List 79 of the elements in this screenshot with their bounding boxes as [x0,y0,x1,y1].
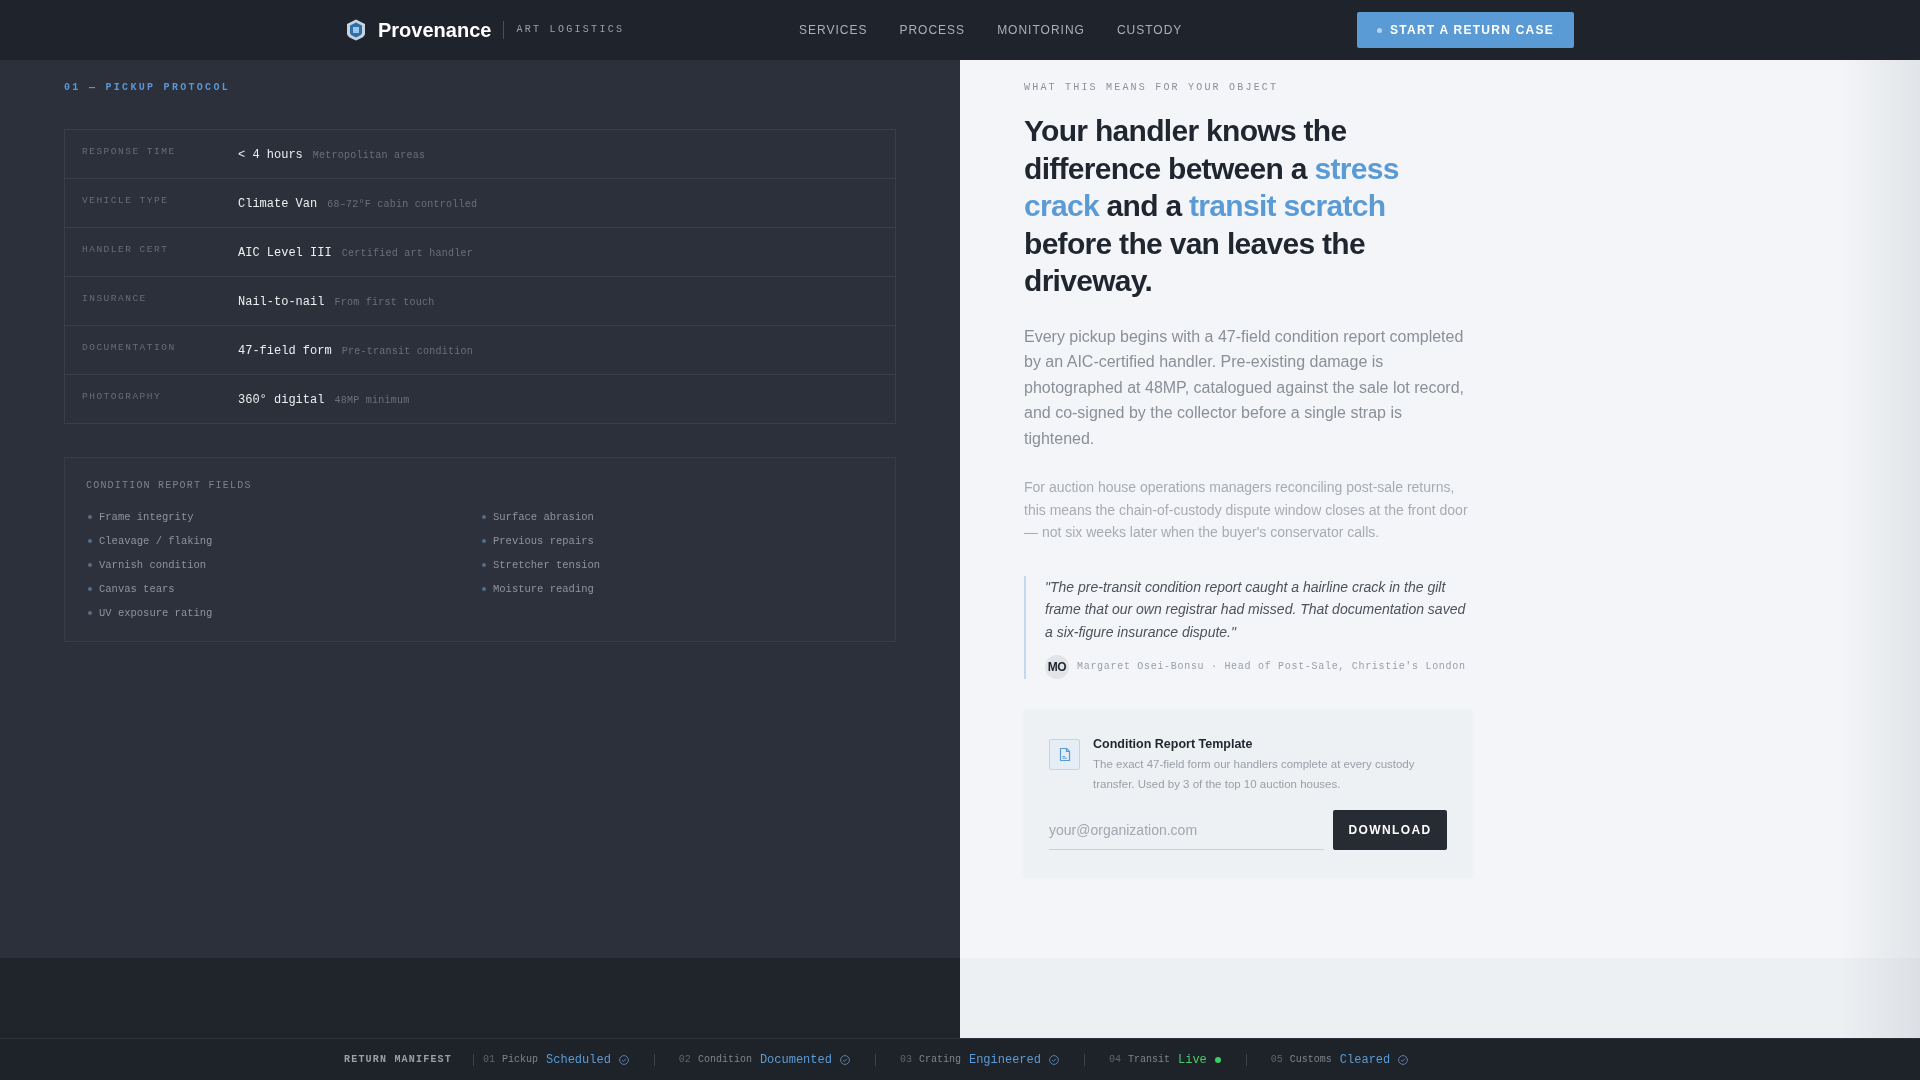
step-status: Cleared [1339,1052,1391,1067]
spec-note: 48MP minimum [334,394,410,408]
headline: Your handler knows the difference between a stress crack and a transit scratch before the van leaves the driveway. [1024,113,1400,299]
step-label: Pickup [502,1053,539,1066]
bullet-icon [88,563,92,567]
step-status: Live [1178,1052,1207,1067]
eyebrow-label: WHAT THIS MEANS FOR YOUR OBJECT [1024,82,1279,94]
spec-note: From first touch [334,296,435,310]
field-name: Stretcher tension [493,558,601,572]
spec-label: PHOTOGRAPHY [82,391,162,403]
shield-logo-icon [346,19,366,41]
manifest-title: RETURN MANIFEST [344,1053,452,1066]
step-label: Customs [1289,1053,1332,1066]
document-icon [1049,739,1080,771]
step-status: Engineered [968,1052,1041,1067]
check-circle-icon [1048,1054,1059,1065]
spec-note: Pre-transit condition [341,345,473,359]
step-number: 02 [678,1053,691,1066]
step-status: Documented [759,1052,832,1067]
field-name: Cleavage / flaking [99,534,213,548]
initials-avatar: MO [1045,655,1069,680]
spec-note: 68–72°F cabin controlled [327,198,478,212]
spec-note: Certified art handler [341,247,473,261]
spec-value: Nail-to-nail [238,294,325,310]
live-dot-icon [1214,1056,1221,1063]
dot-icon [1377,27,1382,33]
card-title: Condition Report Template [1093,736,1253,753]
bullet-icon [482,515,486,519]
step-label: Condition [697,1053,752,1066]
spec-value: AIC Level III [238,245,332,261]
nav-link[interactable]: PROCESS [899,22,966,38]
spec-value: Climate Van [238,196,318,212]
download-button[interactable]: DOWNLOAD [1333,810,1447,851]
nav-link[interactable]: CUSTODY [1116,22,1183,38]
bullet-icon [88,539,92,543]
aside-paragraph: For auction house operations managers reconciling post-sale returns, this means the chain-of-custody dispute window closes at the front door — not six weeks later when the buyer's conservator calls. [1024,478,1469,543]
field-name: Canvas tears [99,582,175,596]
spec-label: INSURANCE [82,293,147,305]
field-name: UV exposure rating [99,606,213,620]
spec-value: 47-field form [238,343,332,359]
field-name: Frame integrity [99,510,194,524]
card-description: The exact 47-field form our handlers complete at every custody transfer. Used by 3 of the top 10 auction houses. [1093,757,1416,793]
spec-value: 360° digital [238,392,325,408]
spec-value: < 4 hours [238,147,303,163]
bullet-icon [482,563,486,567]
field-name: Moisture reading [493,582,594,596]
bullet-icon [88,515,92,519]
brand-tagline: ART LOGISTICS [516,24,625,36]
step-number: 05 [1270,1053,1283,1066]
spec-label: VEHICLE TYPE [82,195,169,207]
field-name: Previous repairs [493,534,594,548]
check-circle-icon [1398,1054,1409,1065]
panel-title: CONDITION REPORT FIELDS [86,480,252,492]
testimonial-quote: "The pre-transit condition report caught a hairline crack in the gilt frame that our own registrar had missed. That documentation saved a six-figure insurance dispute." [1045,577,1467,642]
step-status: Scheduled [546,1052,611,1067]
field-name: Surface abrasion [493,510,594,524]
bullet-icon [88,611,92,615]
bullet-icon [482,539,486,543]
quote-attribution: Margaret Osei-Bonsu · Head of Post-Sale, Christie's London [1077,661,1466,674]
body-paragraph: Every pickup begins with a 47-field condition report completed by an AIC-certified handler. Pre-existing damage is photographed at 48MP, catalogued against the sale lot record, and co-signed by the collector before a single strap is tightened. [1024,326,1465,449]
step-label: Transit [1127,1053,1170,1066]
spec-label: HANDLER CERT [82,244,169,256]
step-number: 01 [483,1053,496,1066]
spec-label: DOCUMENTATION [82,342,176,354]
bullet-icon [88,587,92,591]
brand-name: Provenance [378,18,492,42]
spec-note: Metropolitan areas [312,149,426,163]
email-field[interactable]: your@organization.com [1049,810,1324,851]
step-label: Crating [918,1053,961,1066]
check-circle-icon [618,1054,629,1065]
step-number: 03 [899,1053,912,1066]
check-circle-icon [839,1054,850,1065]
bullet-icon [482,587,486,591]
nav-link[interactable]: SERVICES [798,22,868,38]
field-name: Varnish condition [99,558,207,572]
nav-link[interactable]: MONITORING [997,22,1085,38]
spec-label: RESPONSE TIME [82,146,176,158]
section-label: 01 — PICKUP PROTOCOL [64,82,231,94]
step-number: 04 [1108,1053,1121,1066]
